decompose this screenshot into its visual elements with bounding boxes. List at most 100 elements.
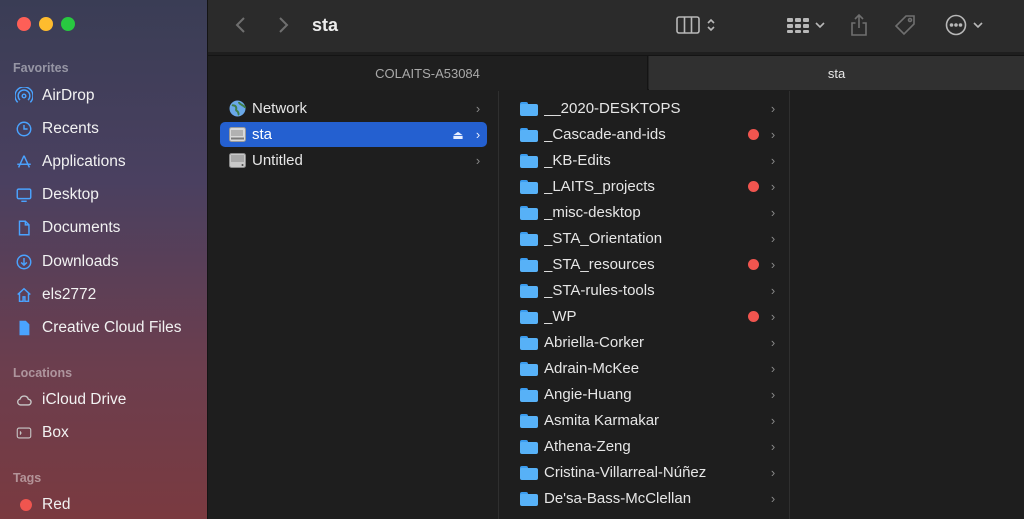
folder-row[interactable]: _STA-rules-tools › (512, 278, 782, 303)
sidebar-item-home[interactable]: els2772 (14, 280, 96, 310)
chevron-right-icon: › (770, 283, 776, 298)
list-item-untitled[interactable]: Untitled › (220, 148, 487, 173)
folder-label: Abriella-Corker (544, 334, 645, 351)
folder-row[interactable]: _KB-Edits › (512, 148, 782, 173)
columns-view-icon (676, 16, 700, 34)
chevron-down-icon (973, 22, 983, 29)
chevron-right-icon: › (475, 127, 481, 142)
folder-row[interactable]: Asmita Karmakar › (512, 408, 782, 433)
red-tag-icon (14, 495, 34, 515)
sidebar-item-airdrop[interactable]: AirDrop (14, 81, 95, 111)
folder-icon (520, 100, 538, 118)
folder-label: __2020-DESKTOPS (544, 100, 681, 117)
action-menu-button[interactable] (942, 12, 986, 38)
folder-row[interactable]: _LAITS_projects › (512, 174, 782, 199)
folder-label: _WP (544, 308, 577, 325)
box-icon (14, 423, 34, 443)
folder-row[interactable]: _Cascade-and-ids › (512, 122, 782, 147)
list-item-network[interactable]: Network › (220, 96, 487, 121)
minimize-button[interactable] (39, 17, 53, 31)
sidebar-item-creative-cloud-files[interactable]: Creative Cloud Files (14, 313, 182, 343)
sidebar-item-documents[interactable]: Documents (14, 213, 120, 243)
chevron-right-icon: › (770, 439, 776, 454)
server-icon (228, 126, 246, 144)
chevron-right-icon (279, 17, 289, 33)
folder-icon (520, 438, 538, 456)
folder-label: _KB-Edits (544, 152, 611, 169)
list-item-label: Untitled (252, 152, 303, 169)
desktop-icon (14, 185, 34, 205)
sidebar-item-label: Documents (42, 219, 121, 236)
red-tag-dot (748, 311, 759, 322)
sidebar: Favorites AirDrop Recents Applications D… (0, 0, 208, 519)
chevron-right-icon: › (770, 413, 776, 428)
sidebar-item-icloud-drive[interactable]: iCloud Drive (14, 385, 126, 415)
tags-section-label: Tags (13, 471, 42, 485)
folder-label: _STA_Orientation (544, 230, 663, 247)
disk-icon (228, 152, 246, 170)
sidebar-item-tag-red[interactable]: Red (14, 490, 70, 519)
document-icon (14, 218, 34, 238)
zoom-button[interactable] (61, 17, 75, 31)
red-tag-dot (748, 181, 759, 192)
sidebar-item-box[interactable]: Box (14, 418, 69, 448)
chevron-down-icon (815, 22, 825, 29)
sidebar-item-label: els2772 (42, 286, 97, 303)
chevron-right-icon: › (770, 101, 776, 116)
folder-label: Athena-Zeng (544, 438, 631, 455)
folder-row[interactable]: Angie-Huang › (512, 382, 782, 407)
sidebar-item-label: AirDrop (42, 87, 95, 104)
download-icon (14, 252, 34, 272)
eject-icon[interactable]: ⏏ (451, 128, 465, 142)
folder-row[interactable]: __2020-DESKTOPS › (512, 96, 782, 121)
folder-row[interactable]: _STA_resources › (512, 252, 782, 277)
forward-button[interactable] (272, 12, 294, 38)
globe-icon (228, 100, 246, 118)
tab-sta[interactable]: sta (649, 56, 1024, 90)
chevron-left-icon (235, 17, 245, 33)
folder-row[interactable]: _WP › (512, 304, 782, 329)
sidebar-item-recents[interactable]: Recents (14, 114, 99, 144)
chevron-right-icon: › (770, 309, 776, 324)
chevron-right-icon: › (475, 101, 481, 116)
chevron-right-icon: › (770, 387, 776, 402)
folder-label: Cristina-Villarreal-Núñez (544, 464, 707, 481)
folder-icon (520, 386, 538, 404)
chevron-right-icon: › (770, 491, 776, 506)
close-button[interactable] (17, 17, 31, 31)
chevron-right-icon: › (770, 465, 776, 480)
locations-section-label: Locations (13, 366, 73, 380)
window-title: sta (312, 15, 339, 35)
tab-colaits-a53084[interactable]: COLAITS-A53084 (208, 56, 648, 90)
chevron-right-icon: › (475, 153, 481, 168)
chevron-right-icon: › (770, 335, 776, 350)
folder-row[interactable]: _misc-desktop › (512, 200, 782, 225)
folder-row[interactable]: Cristina-Villarreal-Núñez › (512, 460, 782, 485)
group-button[interactable] (784, 12, 828, 38)
sidebar-item-label: Desktop (42, 186, 99, 203)
view-mode-button[interactable] (674, 12, 718, 38)
tags-button[interactable] (892, 12, 918, 38)
share-button[interactable] (848, 12, 870, 38)
list-item-sta[interactable]: sta ⏏ › (220, 122, 487, 147)
sidebar-item-desktop[interactable]: Desktop (14, 180, 99, 210)
sidebar-item-applications[interactable]: Applications (14, 147, 126, 177)
folder-row[interactable]: Adrain-McKee › (512, 356, 782, 381)
sidebar-item-downloads[interactable]: Downloads (14, 247, 119, 277)
red-tag-dot (748, 129, 759, 140)
back-button[interactable] (230, 12, 252, 38)
folder-row[interactable]: Athena-Zeng › (512, 434, 782, 459)
folder-row[interactable]: De'sa-Bass-McClellan › (512, 486, 782, 511)
list-item-label: sta (252, 126, 273, 143)
folder-icon (520, 360, 538, 378)
folder-icon (520, 178, 538, 196)
folder-icon (520, 282, 538, 300)
folder-label: De'sa-Bass-McClellan (544, 490, 692, 507)
folder-row[interactable]: Abriella-Corker › (512, 330, 782, 355)
folder-row[interactable]: _STA_Orientation › (512, 226, 782, 251)
column-locations: Network › sta ⏏ › Untitled › (208, 91, 499, 519)
folder-icon (520, 490, 538, 508)
folder-icon (520, 412, 538, 430)
ellipsis-circle-icon (945, 14, 967, 36)
applications-icon (14, 152, 34, 172)
